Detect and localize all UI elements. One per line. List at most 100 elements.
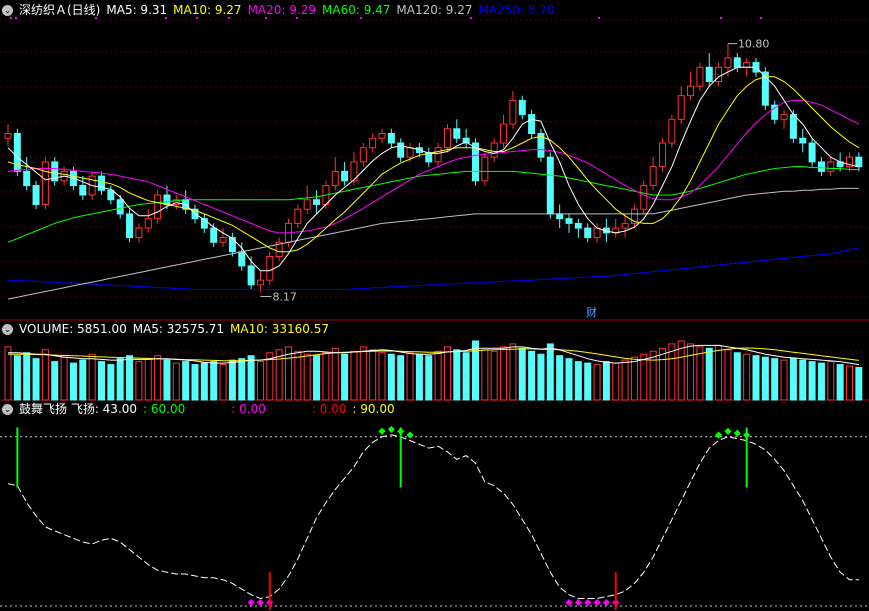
- volume-bar-up: [406, 352, 414, 401]
- candle-down: [313, 199, 321, 205]
- volume-bar-up: [490, 350, 498, 401]
- volume-bar-down: [51, 361, 59, 401]
- volume-panel-header: ⌄ VOLUME: 5851.00 MA5: 32575.71 MA10: 33…: [0, 321, 329, 337]
- candle-down: [733, 57, 741, 68]
- candle-down: [574, 222, 582, 229]
- ma120-label: MA120: 9.27: [396, 3, 473, 17]
- candle-down: [341, 170, 349, 182]
- candle-up: [640, 185, 648, 210]
- candle-up: [303, 199, 311, 210]
- candle-down: [116, 199, 124, 215]
- volume-bar-up: [743, 353, 751, 401]
- oscillator-level-90: : 90.00: [352, 402, 395, 416]
- volume-bar-up: [509, 343, 517, 401]
- volume-bar-up: [331, 347, 339, 401]
- volume-bar-down: [69, 362, 77, 401]
- candle-up: [687, 85, 695, 97]
- candle-down: [397, 142, 405, 158]
- oscillator-level-red: : 0.00: [311, 402, 347, 416]
- candle-down: [163, 194, 171, 205]
- volume-bar-down: [210, 361, 218, 401]
- volume-bar-up: [677, 340, 685, 401]
- volume-bar-down: [163, 359, 171, 401]
- volume-bar-up: [481, 349, 489, 401]
- volume-bar-down: [733, 352, 741, 401]
- volume-bar-up: [359, 346, 367, 401]
- volume-bar-down: [546, 343, 554, 401]
- candle-down: [556, 213, 564, 220]
- candle-up: [144, 218, 152, 229]
- volume-bar-up: [659, 347, 666, 401]
- low-price-label: 8.17: [272, 290, 297, 303]
- candle-up: [490, 142, 498, 158]
- volume-bar-down: [565, 358, 573, 401]
- candle-down: [528, 114, 536, 135]
- stock-title: 深纺织Ａ(日线): [19, 3, 101, 17]
- volume-bar-down: [387, 353, 395, 401]
- finance-event-marker[interactable]: 财: [586, 305, 597, 319]
- volume-bar-up: [350, 350, 358, 401]
- chart-background: [0, 0, 869, 611]
- candle-down: [565, 218, 573, 224]
- candle-up: [696, 66, 704, 87]
- volume-bar-up: [135, 361, 143, 401]
- volume-bar-up: [621, 359, 629, 401]
- candle-up: [509, 99, 517, 125]
- volume-bar-down: [32, 358, 40, 401]
- volume-bar-down: [341, 353, 349, 401]
- candle-down: [247, 265, 255, 286]
- kline-chart[interactable]: 10.80 8.17 财: [0, 0, 869, 611]
- oscillator-value-label: 鼓舞飞扬 飞扬: 43.00: [19, 402, 138, 416]
- volume-bar-up: [846, 365, 853, 401]
- volume-bar-down: [836, 364, 844, 401]
- volume-bar-down: [537, 353, 545, 401]
- volume-bar-down: [313, 355, 321, 401]
- chevron-down-icon[interactable]: ⌄: [2, 403, 13, 415]
- candle-down: [210, 227, 218, 243]
- volume-bar-up: [4, 346, 12, 401]
- candle-down: [126, 213, 134, 239]
- candle-down: [13, 133, 21, 172]
- volume-bar-down: [79, 359, 87, 401]
- volume-bar-down: [462, 352, 470, 401]
- volume-bar-up: [649, 350, 657, 401]
- candle-down: [817, 161, 825, 172]
- volume-bar-up: [443, 346, 451, 401]
- candle-down: [518, 99, 526, 116]
- candle-down: [799, 137, 807, 144]
- volume-bar-up: [60, 355, 68, 401]
- candle-down: [584, 227, 592, 239]
- candle-up: [668, 118, 676, 144]
- volume-bar-down: [228, 359, 236, 401]
- volume-bar-down: [247, 355, 255, 401]
- candle-down: [32, 185, 40, 205]
- volume-bar-down: [472, 340, 479, 401]
- volume-bar-down: [855, 367, 863, 401]
- chevron-down-icon[interactable]: ⌄: [2, 4, 13, 16]
- candle-down: [107, 189, 115, 201]
- volume-bar-down: [752, 355, 760, 401]
- volume-bar-up: [41, 349, 49, 401]
- volume-bar-down: [602, 361, 610, 401]
- candle-up: [154, 194, 162, 220]
- ma5-label: MA5: 9.31: [106, 3, 168, 17]
- candle-up: [266, 256, 274, 281]
- candle-down: [387, 133, 395, 144]
- volume-bar-down: [799, 359, 807, 401]
- candle-down: [228, 237, 236, 253]
- candle-up: [331, 170, 339, 187]
- candle-down: [23, 170, 31, 187]
- volume-bar-down: [705, 347, 713, 401]
- chevron-down-icon[interactable]: ⌄: [2, 323, 13, 335]
- volume-bar-up: [256, 361, 264, 401]
- volume-bar-up: [687, 343, 695, 401]
- volume-bar-down: [23, 352, 31, 401]
- volume-bar-up: [434, 350, 442, 401]
- volume-bar-down: [107, 364, 115, 401]
- ma20-label: MA20: 9.29: [247, 3, 316, 17]
- candle-down: [789, 114, 797, 139]
- candle-down: [453, 128, 461, 139]
- candle-up: [677, 95, 685, 120]
- volume-bar-down: [518, 347, 526, 401]
- ma10-label: MA10: 9.27: [173, 3, 242, 17]
